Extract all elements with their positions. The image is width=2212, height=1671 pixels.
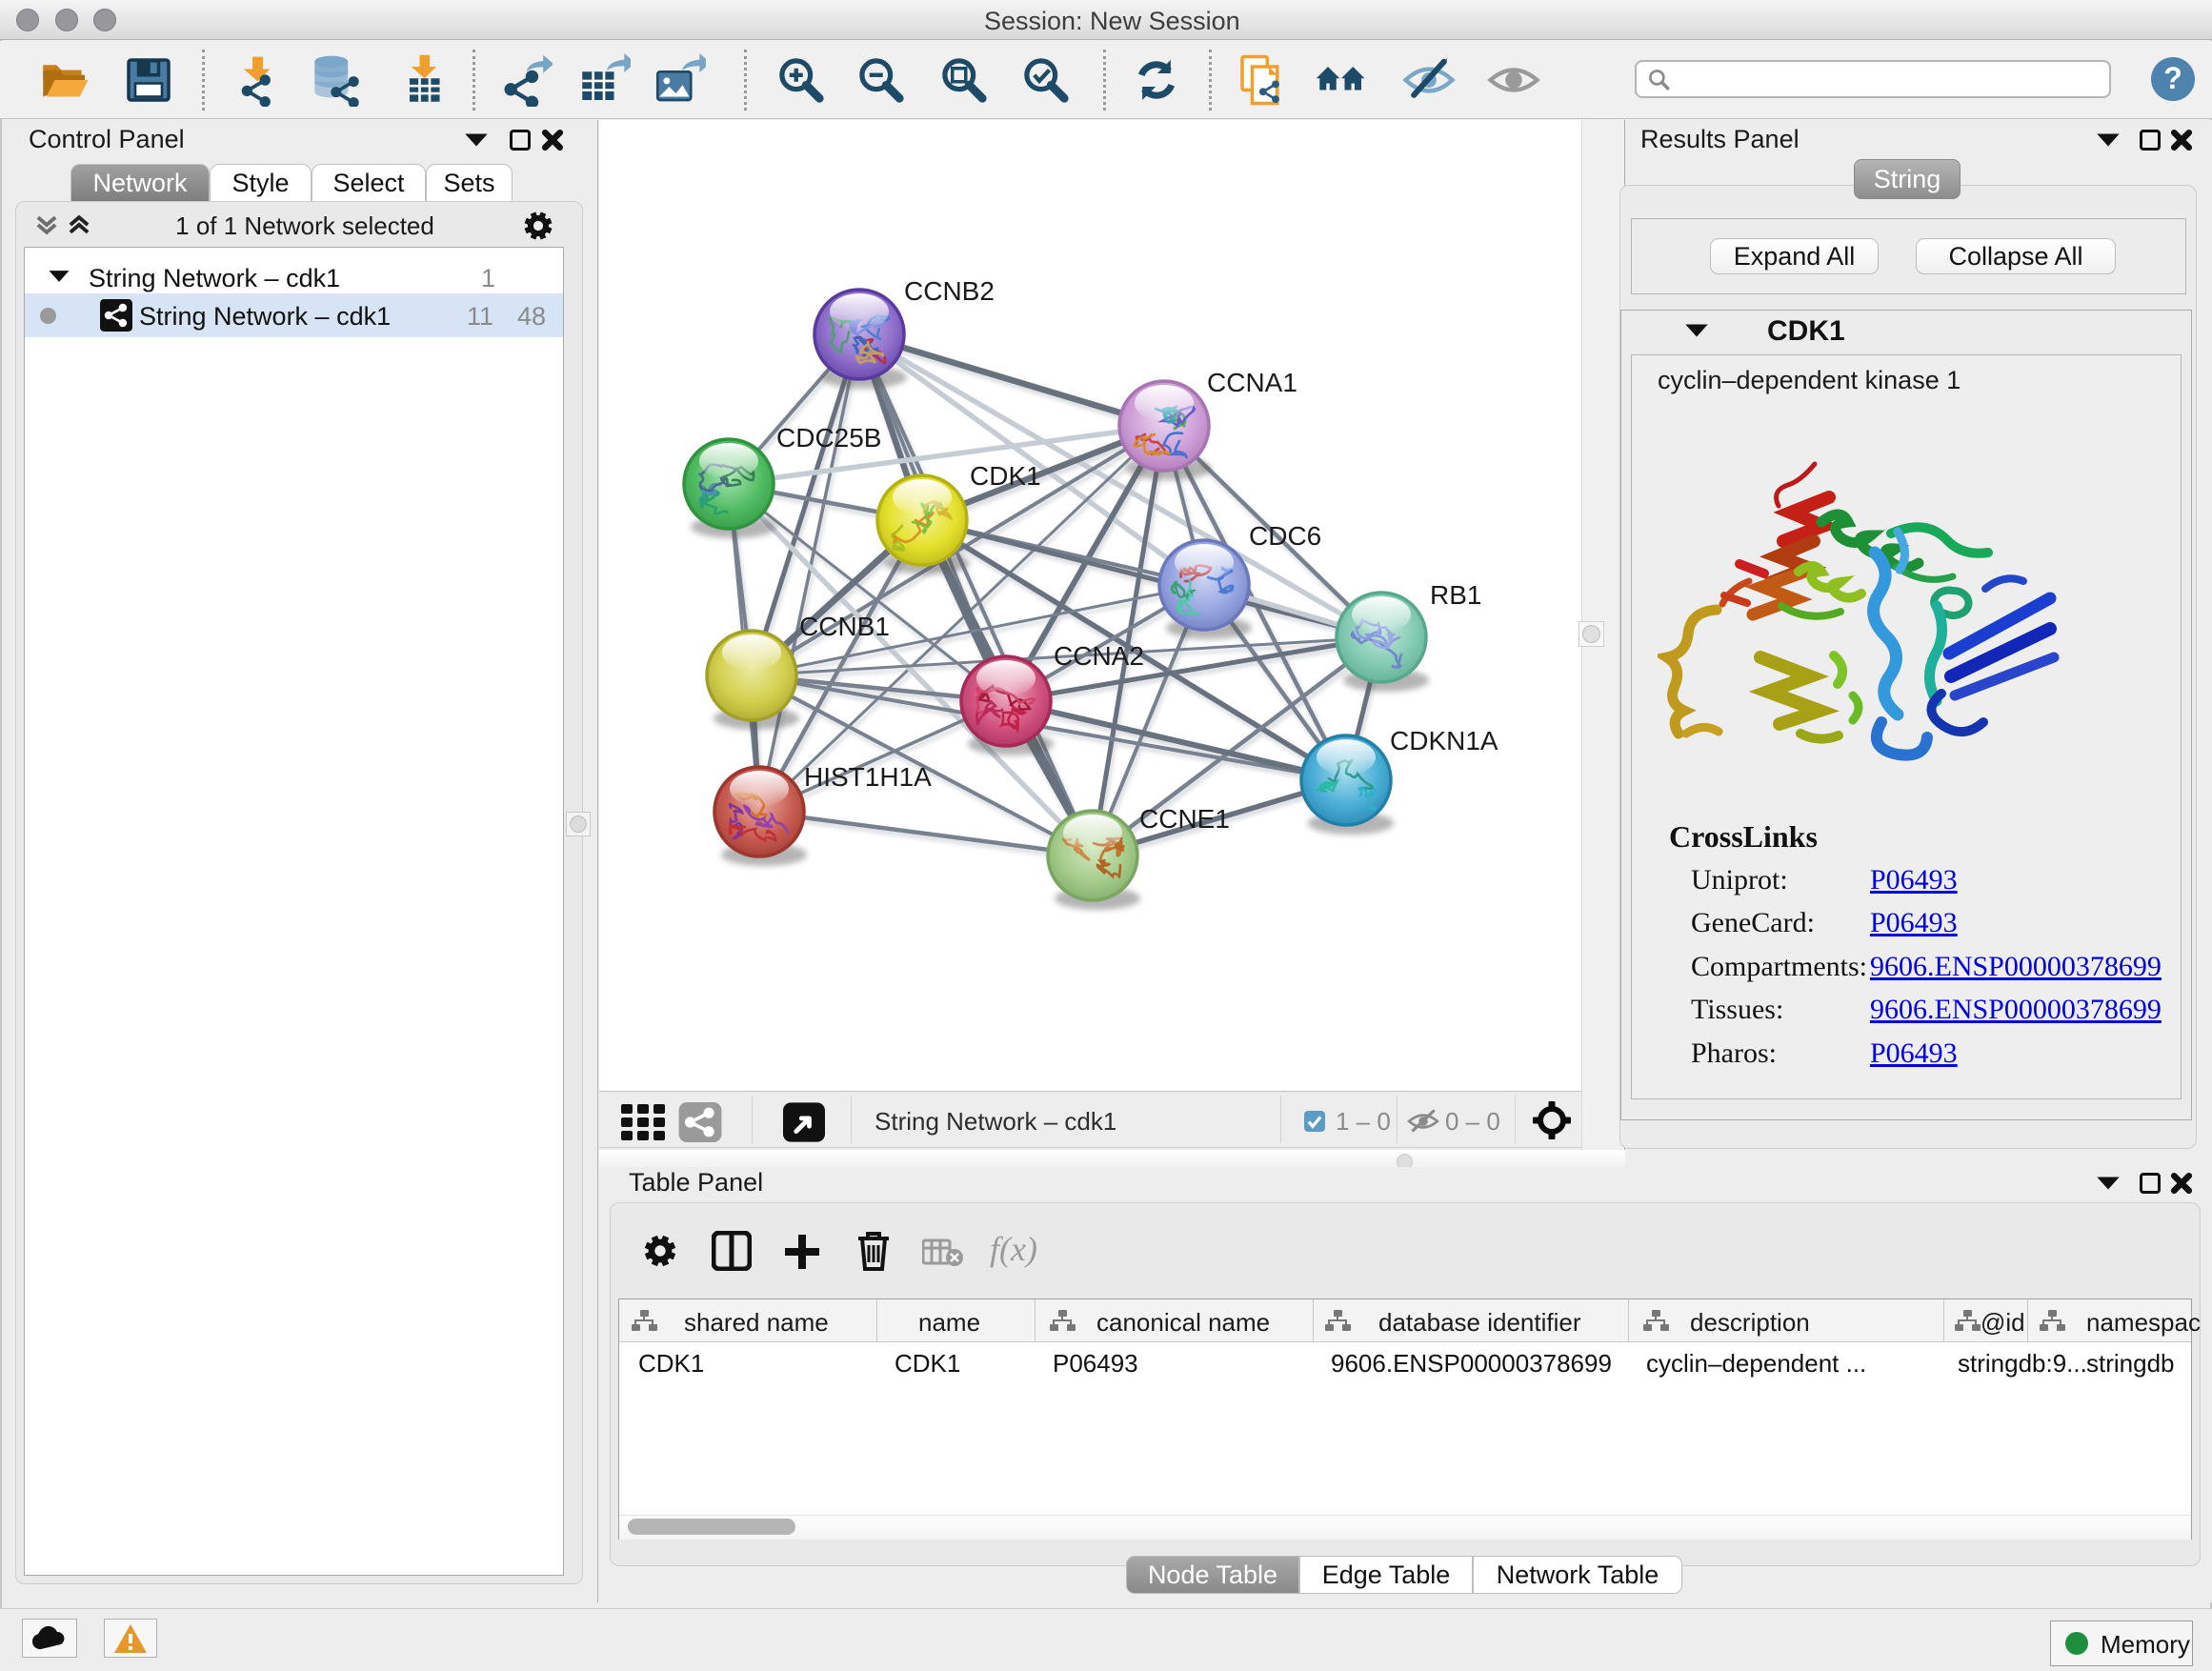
svg-text:CCNA1: CCNA1 — [1207, 368, 1297, 397]
svg-text:CCNB2: CCNB2 — [904, 276, 995, 306]
svg-text:CDC6: CDC6 — [1249, 521, 1321, 551]
svg-text:CDK1: CDK1 — [970, 461, 1041, 491]
svg-text:CCNA2: CCNA2 — [1054, 641, 1144, 671]
svg-text:RB1: RB1 — [1430, 580, 1481, 610]
svg-text:CCNE1: CCNE1 — [1139, 804, 1230, 834]
svg-text:CDKN1A: CDKN1A — [1390, 726, 1498, 755]
svg-text:CDC25B: CDC25B — [776, 423, 881, 453]
svg-text:HIST1H1A: HIST1H1A — [804, 762, 932, 792]
svg-text:CCNB1: CCNB1 — [799, 612, 890, 641]
